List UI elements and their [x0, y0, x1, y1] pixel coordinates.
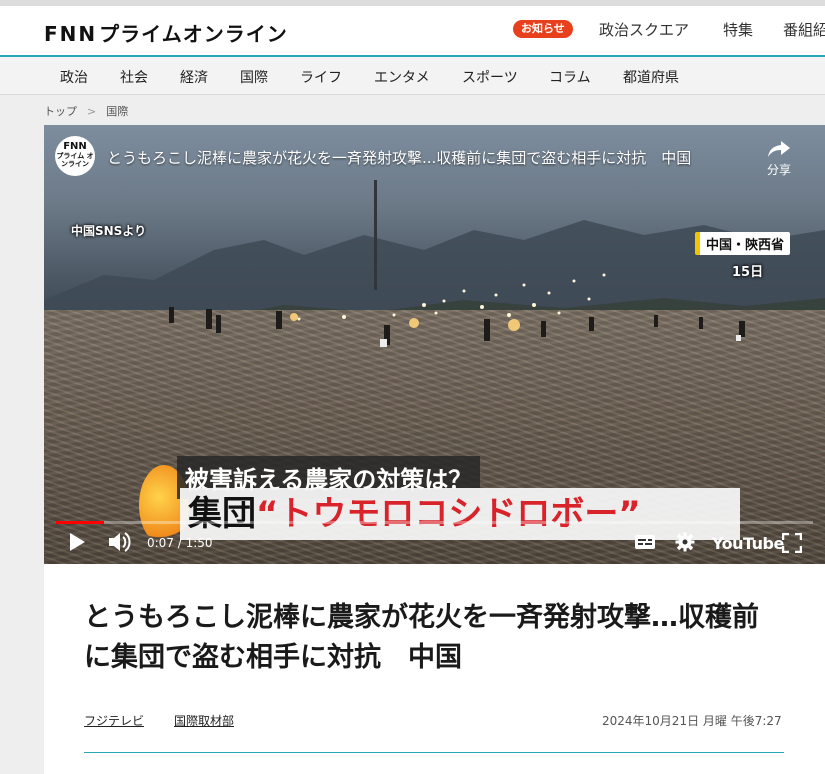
nav-programs[interactable]: 番組紹介 — [783, 19, 825, 40]
share-label: 分享 — [766, 163, 791, 177]
fullscreen-icon — [781, 532, 803, 554]
category-entertainment[interactable]: エンタメ — [374, 67, 430, 87]
publish-date: 2024年10月21日 月曜 午後7:27 — [602, 714, 782, 728]
category-society[interactable]: 社会 — [120, 67, 148, 87]
settings-button[interactable] — [675, 532, 695, 556]
fullscreen-button[interactable] — [781, 532, 803, 557]
caption-location: 中国・陝西省 — [695, 232, 791, 255]
telop-main-prefix: 集団 — [188, 494, 256, 534]
share-icon — [768, 141, 790, 157]
breadcrumb-separator: > — [87, 105, 97, 118]
category-politics[interactable]: 政治 — [60, 67, 88, 87]
site-header: FNNプライムオンライン お知らせ 政治スクエア 特集 番組紹介 — [0, 0, 825, 56]
category-economy[interactable]: 経済 — [180, 67, 208, 87]
volume-button[interactable] — [108, 531, 132, 557]
subtitles-button[interactable] — [634, 533, 656, 555]
article-divider — [84, 752, 784, 753]
caption-source: 中国SNSより — [71, 224, 147, 238]
caption-date: 15日 — [732, 265, 764, 280]
breadcrumb-current[interactable]: 国際 — [106, 105, 128, 118]
breadcrumb: トップ > 国際 — [44, 103, 128, 119]
article-headline: とうもろこし泥棒に農家が花火を一斉発射攻撃…収穫前に集団で盗む相手に対抗 中国 — [84, 602, 759, 673]
telop-main-highlight: “トウモロコシドロボー” — [256, 494, 641, 534]
notice-badge[interactable]: お知らせ — [513, 20, 573, 38]
telop-main: 集団“トウモロコシドロボー” — [180, 488, 740, 540]
category-prefectures[interactable]: 都道府県 — [623, 67, 679, 87]
play-icon — [70, 533, 85, 551]
article-header: とうもろこし泥棒に農家が花火を一斉発射攻撃…収穫前に集団で盗む相手に対抗 中国 … — [44, 564, 825, 774]
category-international[interactable]: 国際 — [240, 67, 268, 87]
subtitles-icon — [635, 535, 655, 549]
progress-bar-fill — [56, 521, 105, 524]
category-column[interactable]: コラム — [549, 67, 591, 87]
channel-badge[interactable]: FNN プライム オンライン — [55, 136, 95, 176]
category-sports[interactable]: スポーツ — [462, 67, 518, 87]
category-life[interactable]: ライフ — [300, 67, 342, 87]
gear-icon — [675, 532, 695, 552]
volume-icon — [109, 532, 131, 552]
field-figures — [169, 307, 745, 347]
breadcrumb-home[interactable]: トップ — [44, 105, 77, 118]
youtube-logo[interactable]: YouTube — [712, 534, 784, 553]
share-button[interactable]: 分享 — [759, 139, 799, 178]
nav-features[interactable]: 特集 — [723, 19, 753, 40]
author-link-international-desk[interactable]: 国際取材部 — [174, 712, 234, 729]
video-player[interactable]: FNN プライム オンライン とうもろこし泥棒に農家が花火を一斉発射攻撃...収… — [44, 125, 825, 564]
progress-bar[interactable] — [56, 521, 813, 524]
category-nav: 政治 社会 経済 国際 ライフ エンタメ スポーツ コラム 都道府県 — [0, 57, 825, 95]
nav-politics-square[interactable]: 政治スクエア — [599, 19, 689, 40]
author-link-fujitv[interactable]: フジテレビ — [84, 712, 144, 729]
time-display: 0:07 / 1:50 — [147, 536, 213, 550]
video-title[interactable]: とうもろこし泥棒に農家が花火を一斉発射攻撃...収穫前に集団で盗む相手に対抗 中… — [107, 147, 747, 168]
play-button[interactable] — [68, 532, 86, 556]
site-logo[interactable]: FNN プライムオンライン — [44, 18, 288, 47]
